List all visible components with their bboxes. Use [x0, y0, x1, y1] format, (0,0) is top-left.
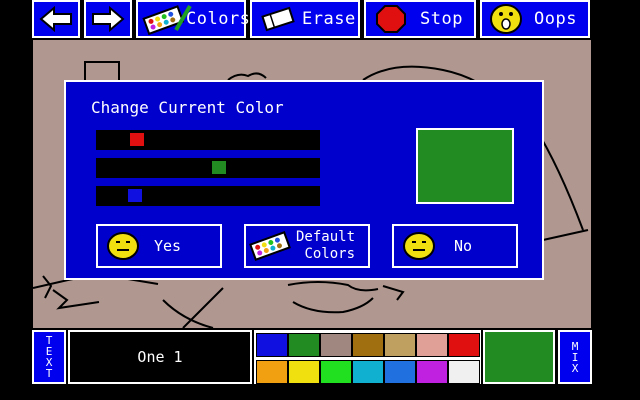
red-slider[interactable]: [96, 130, 320, 150]
font-name: One 1: [137, 348, 183, 366]
default-label-line1: Default: [296, 229, 356, 245]
palette-swatch[interactable]: [448, 360, 480, 384]
oops-label: Oops: [534, 9, 577, 29]
yes-button[interactable]: Yes: [96, 224, 222, 268]
stop-label: Stop: [420, 9, 463, 29]
back-button[interactable]: [32, 0, 80, 38]
palette-swatch[interactable]: [352, 333, 384, 357]
palette-swatch[interactable]: [256, 333, 288, 357]
green-slider[interactable]: [96, 158, 320, 178]
paint-palette-icon: [249, 231, 291, 261]
yes-label: Yes: [154, 237, 182, 255]
palette-swatch[interactable]: [448, 333, 480, 357]
arrow-left-icon: [39, 6, 72, 32]
dialog-title: Change Current Color: [91, 98, 284, 117]
blue-slider-knob[interactable]: [128, 189, 142, 202]
eraser-icon: [261, 6, 295, 32]
palette-swatch[interactable]: [256, 360, 288, 384]
colors-label: Colors: [186, 9, 251, 29]
arrow-right-icon: [92, 6, 125, 32]
mix-label: MIX: [571, 339, 579, 375]
no-button[interactable]: No: [392, 224, 518, 268]
oops-button[interactable]: Oops: [480, 0, 590, 38]
font-name-box[interactable]: One 1: [68, 330, 252, 384]
red-slider-knob[interactable]: [130, 133, 144, 146]
erase-button[interactable]: Erase: [250, 0, 360, 38]
smiley-icon: [107, 232, 139, 260]
palette-swatch[interactable]: [384, 360, 416, 384]
green-slider-knob[interactable]: [212, 161, 226, 174]
color-palette: [254, 330, 481, 384]
blue-slider[interactable]: [96, 186, 320, 206]
mix-button[interactable]: MIX: [558, 330, 592, 384]
palette-swatch[interactable]: [320, 360, 352, 384]
palette-swatch[interactable]: [288, 360, 320, 384]
change-color-dialog: Change Current Color Yes Default Colors …: [64, 80, 544, 280]
palette-swatch[interactable]: [416, 360, 448, 384]
stop-button[interactable]: Stop: [364, 0, 476, 38]
stop-sign-icon: [376, 5, 406, 33]
surprised-face-icon: [490, 4, 522, 34]
current-color-swatch: [483, 330, 555, 384]
neutral-face-icon: [403, 232, 435, 260]
palette-swatch[interactable]: [288, 333, 320, 357]
palette-swatch[interactable]: [352, 360, 384, 384]
forward-button[interactable]: [84, 0, 132, 38]
palette-swatch[interactable]: [416, 333, 448, 357]
default-label-line2: Colors: [304, 246, 356, 262]
palette-swatch[interactable]: [384, 333, 416, 357]
no-label: No: [454, 237, 473, 255]
color-preview: [416, 128, 514, 204]
default-colors-button[interactable]: Default Colors: [244, 224, 370, 268]
erase-label: Erase: [302, 9, 356, 29]
text-tool-button[interactable]: TEXT: [32, 330, 66, 384]
paint-palette-icon: [142, 4, 192, 36]
text-tool-label: TEXT: [45, 334, 53, 380]
palette-swatch[interactable]: [320, 333, 352, 357]
colors-button[interactable]: Colors: [136, 0, 250, 38]
